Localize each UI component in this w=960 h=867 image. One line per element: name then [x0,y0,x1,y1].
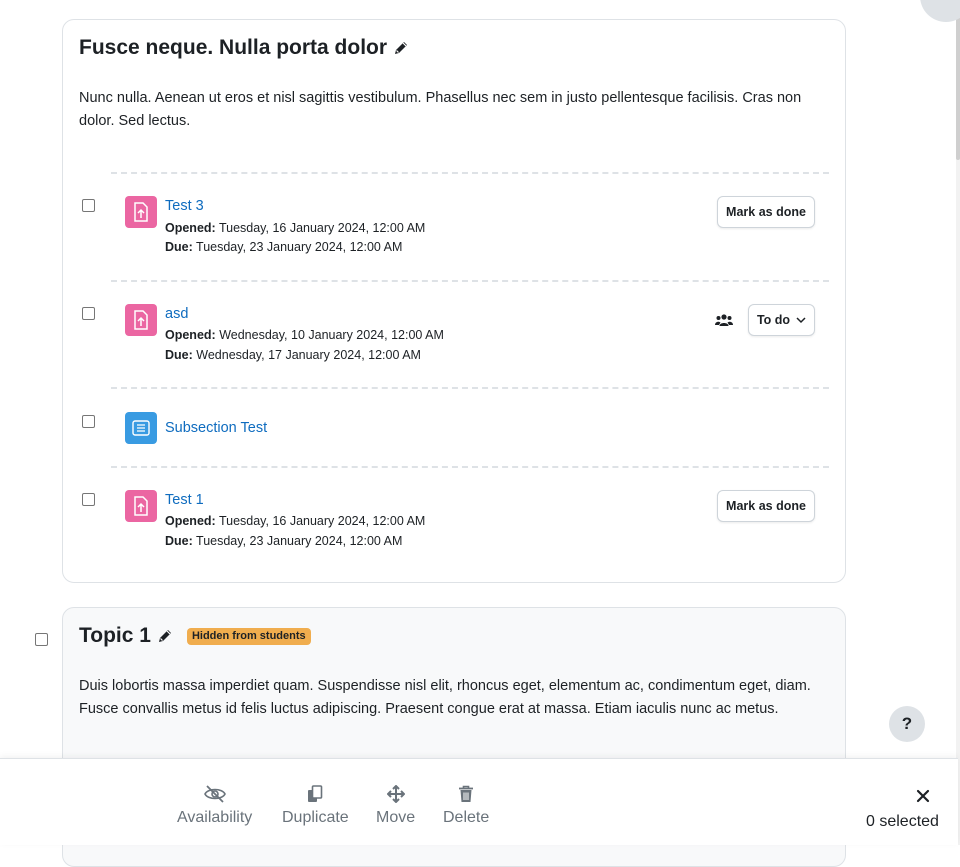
due-label: Due: [165,348,193,362]
page-scrollbar[interactable] [956,0,960,845]
section-checkbox[interactable] [35,633,48,646]
opened-label: Opened: [165,328,216,342]
delete-label: Delete [443,809,490,826]
pencil-icon[interactable] [393,40,409,56]
activity-link[interactable]: Subsection Test [165,420,267,436]
pencil-icon[interactable] [157,628,173,644]
activity-divider [111,466,829,468]
close-icon[interactable] [916,789,930,803]
mark-as-done-button[interactable]: Mark as done [717,490,815,522]
activity-link[interactable]: Test 1 [165,492,204,508]
bulk-edit-toolbar: Availability Duplicate Move Delete 0 sel… [0,758,958,845]
due-date: Due: Tuesday, 23 January 2024, 12:00 AM [165,534,402,548]
move-label: Move [376,809,416,826]
assignment-icon [125,196,157,228]
trash-icon [459,785,474,802]
section-summary: Nunc nulla. Aenean ut eros et nisl sagit… [79,90,802,129]
delete-button[interactable]: Delete [443,785,489,827]
section-title: Fusce neque. Nulla porta dolor [79,36,409,60]
help-button[interactable]: ? [889,706,925,742]
eye-slash-icon [203,785,226,803]
activity-divider [111,387,829,389]
activity-link[interactable]: asd [165,306,188,322]
activity-divider [111,280,829,282]
due-value: Wednesday, 17 January 2024, 12:00 AM [196,348,421,362]
scrollbar-thumb[interactable] [956,0,960,160]
assignment-icon [125,304,157,336]
move-arrows-icon [386,785,405,803]
activity-checkbox[interactable] [82,199,95,212]
selected-count: 0 selected [866,813,939,830]
section-title-text: Topic 1 [79,624,151,647]
section-title-text: Fusce neque. Nulla porta dolor [79,36,388,59]
completion-dropdown-label: To do [756,313,791,327]
opened-value: Tuesday, 16 January 2024, 12:00 AM [218,221,426,235]
availability-button[interactable]: Availability [177,785,252,827]
duplicate-label: Duplicate [282,809,349,826]
due-label: Due: [165,240,193,254]
duplicate-button[interactable]: Duplicate [282,785,349,827]
due-value: Tuesday, 23 January 2024, 12:00 AM [196,534,403,548]
completion-dropdown[interactable]: To do [748,304,815,336]
assignment-icon [125,490,157,522]
group-mode-icon[interactable] [715,313,733,327]
section-summary: Duis lobortis massa imperdiet quam. Susp… [79,678,811,717]
activity-divider [111,172,829,174]
copy-icon [308,785,323,802]
opened-date: Opened: Wednesday, 10 January 2024, 12:0… [165,328,444,342]
drawer-toggle[interactable] [920,0,960,22]
mark-as-done-button[interactable]: Mark as done [717,196,815,228]
due-value: Tuesday, 23 January 2024, 12:00 AM [196,240,403,254]
opened-label: Opened: [165,514,216,528]
course-section: Fusce neque. Nulla porta dolor Nunc null… [62,19,846,583]
opened-date: Opened: Tuesday, 16 January 2024, 12:00 … [165,221,425,235]
opened-value: Wednesday, 10 January 2024, 12:00 AM [219,328,444,342]
availability-label: Availability [177,809,253,826]
opened-value: Tuesday, 16 January 2024, 12:00 AM [218,514,426,528]
due-date: Due: Wednesday, 17 January 2024, 12:00 A… [165,348,421,362]
chevron-down-icon [796,316,806,323]
subsection-icon [125,412,157,444]
activity-checkbox[interactable] [82,307,95,320]
activity-link[interactable]: Test 3 [165,198,204,214]
opened-label: Opened: [165,221,216,235]
hidden-badge: Hidden from students [186,627,311,645]
activity-checkbox[interactable] [82,415,95,428]
opened-date: Opened: Tuesday, 16 January 2024, 12:00 … [165,514,425,528]
section-title: Topic 1 Hidden from students [79,624,311,648]
move-button[interactable]: Move [376,785,415,827]
due-date: Due: Tuesday, 23 January 2024, 12:00 AM [165,240,402,254]
activity-checkbox[interactable] [82,493,95,506]
due-label: Due: [165,534,193,548]
